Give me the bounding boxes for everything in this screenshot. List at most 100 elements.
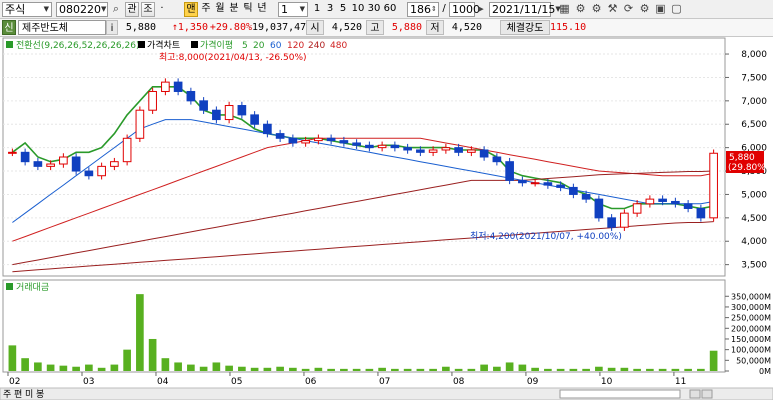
candle-body [365, 144, 374, 149]
volume-bar [72, 366, 80, 371]
x-tick-label: 07 [379, 377, 390, 387]
arrow-right-icon[interactable]: ▸ [476, 2, 486, 17]
candle-body [594, 198, 604, 219]
settings-icon[interactable]: ⚙ [574, 2, 587, 17]
low-price: 4,520 [451, 22, 482, 33]
candle-body [275, 133, 285, 139]
volume-bar [582, 368, 590, 371]
volume-bar [85, 364, 93, 371]
spacer-icon: · [160, 3, 164, 14]
volume-bar [238, 366, 246, 371]
gwan-button[interactable]: 관 [125, 2, 139, 17]
gear-icon[interactable]: ⚙ [590, 2, 603, 17]
x-tick-label: 04 [157, 377, 169, 387]
period-year[interactable]: 년 [256, 2, 268, 17]
minute-60[interactable]: 60 [383, 2, 397, 17]
spinner-icon: ⇕ [431, 5, 437, 13]
new-badge: 신 [2, 20, 16, 35]
y-tick-label: 7,000 [741, 97, 767, 107]
settings-icon[interactable]: ⚙ [638, 2, 651, 17]
period-minute[interactable]: 분 [228, 2, 240, 17]
slash-separator: / [442, 3, 446, 14]
date-select-value: 2021/11/15 [492, 3, 556, 16]
candle-body [161, 81, 170, 92]
last-price-value: 5,880 [729, 153, 755, 163]
candle-body [428, 149, 438, 153]
candle-body [390, 144, 400, 149]
candle-body [326, 137, 336, 142]
x-axis: 02 03 04 05 06 07 08 09 10 11 [7, 372, 686, 387]
search-icon[interactable]: ⌕ [110, 2, 122, 17]
market-select[interactable]: 주식 ▼ [2, 2, 52, 17]
interval-select[interactable]: 1 ▼ [278, 2, 308, 17]
tab-pyeon[interactable]: 편 [14, 388, 22, 400]
vy-tick-label: 0M [759, 367, 771, 376]
volume-bar [480, 364, 488, 371]
y-tick-label: 4,500 [741, 214, 767, 224]
refresh-icon[interactable]: ⟳ [622, 2, 635, 17]
volume-bar [620, 367, 629, 371]
x-tick-label: 08 [453, 377, 465, 387]
vy-tick-label: 350,000M [731, 292, 771, 301]
period-week[interactable]: 주 [200, 2, 212, 17]
volume-bar [263, 367, 272, 371]
y-tick-label: 4,000 [741, 237, 767, 247]
candle-body [454, 147, 463, 153]
minute-1[interactable]: 1 [312, 2, 322, 17]
candle-body [135, 109, 145, 139]
candle-body [339, 140, 349, 144]
candle-body [543, 182, 553, 186]
ma-period-60: 60 [270, 41, 282, 51]
zoom-in-button[interactable] [689, 389, 701, 399]
price-chart-svg[interactable]: 8,0007,5007,0006,5006,0005,5005,0004,500… [0, 37, 773, 400]
period-tick[interactable]: 틱 [242, 2, 254, 17]
candle-body [632, 203, 642, 214]
zoom-scrollbar[interactable] [559, 389, 681, 399]
chart-area[interactable]: 8,0007,5007,0006,5006,0005,5005,0004,500… [0, 37, 773, 400]
legend-swatch [6, 41, 13, 48]
volume-bar [97, 367, 106, 371]
volume-bar [46, 364, 55, 371]
minute-10[interactable]: 10 [351, 2, 365, 17]
candle-body [518, 179, 527, 184]
volume-bar [607, 367, 616, 371]
minute-5[interactable]: 5 [338, 2, 348, 17]
candle-body [709, 152, 718, 219]
minute-3[interactable]: 3 [325, 2, 335, 17]
candle-body [467, 149, 476, 153]
tools-icon[interactable]: ⚒ [606, 2, 619, 17]
candle-body [122, 137, 132, 163]
total-input[interactable]: 1000 [449, 2, 480, 17]
camera-icon[interactable]: ▣ [654, 2, 667, 17]
count-stepper[interactable]: 186 ⇕ [407, 2, 439, 17]
tab-bong[interactable]: 봉 [36, 389, 44, 400]
high-price: 5,880 [391, 22, 422, 33]
candle-body [33, 161, 43, 167]
date-select[interactable]: 2021/11/15 ▼ [489, 2, 561, 17]
minute-30[interactable]: 30 [367, 2, 381, 17]
zoom-out-button[interactable] [701, 389, 713, 399]
candle-body [479, 149, 489, 158]
open-price: 4,520 [331, 22, 362, 33]
volume-bar [59, 365, 68, 371]
tab-mi[interactable]: 미 [25, 389, 33, 400]
info-icon[interactable]: i [106, 20, 118, 35]
yellow-toggle-button[interactable]: 맨 [184, 2, 198, 17]
volume-bar [340, 368, 348, 371]
volume-bar [595, 366, 603, 371]
volume-bar [518, 364, 527, 371]
candle-body [250, 114, 259, 125]
period-month[interactable]: 월 [214, 2, 226, 17]
candle-body [352, 142, 361, 146]
jo-button[interactable]: 조 [141, 2, 155, 17]
candle-body [263, 123, 272, 135]
candle-body [288, 137, 298, 144]
code-input[interactable]: 080220 ▼ [56, 2, 108, 17]
window-icon[interactable]: ▢ [670, 2, 683, 17]
candle-body [569, 186, 578, 195]
candle-body [645, 198, 655, 205]
volume-bar [365, 368, 374, 371]
tab-ju[interactable]: 주 [3, 389, 11, 400]
grid-icon[interactable]: ▦ [558, 2, 571, 17]
candle-body [314, 137, 323, 142]
